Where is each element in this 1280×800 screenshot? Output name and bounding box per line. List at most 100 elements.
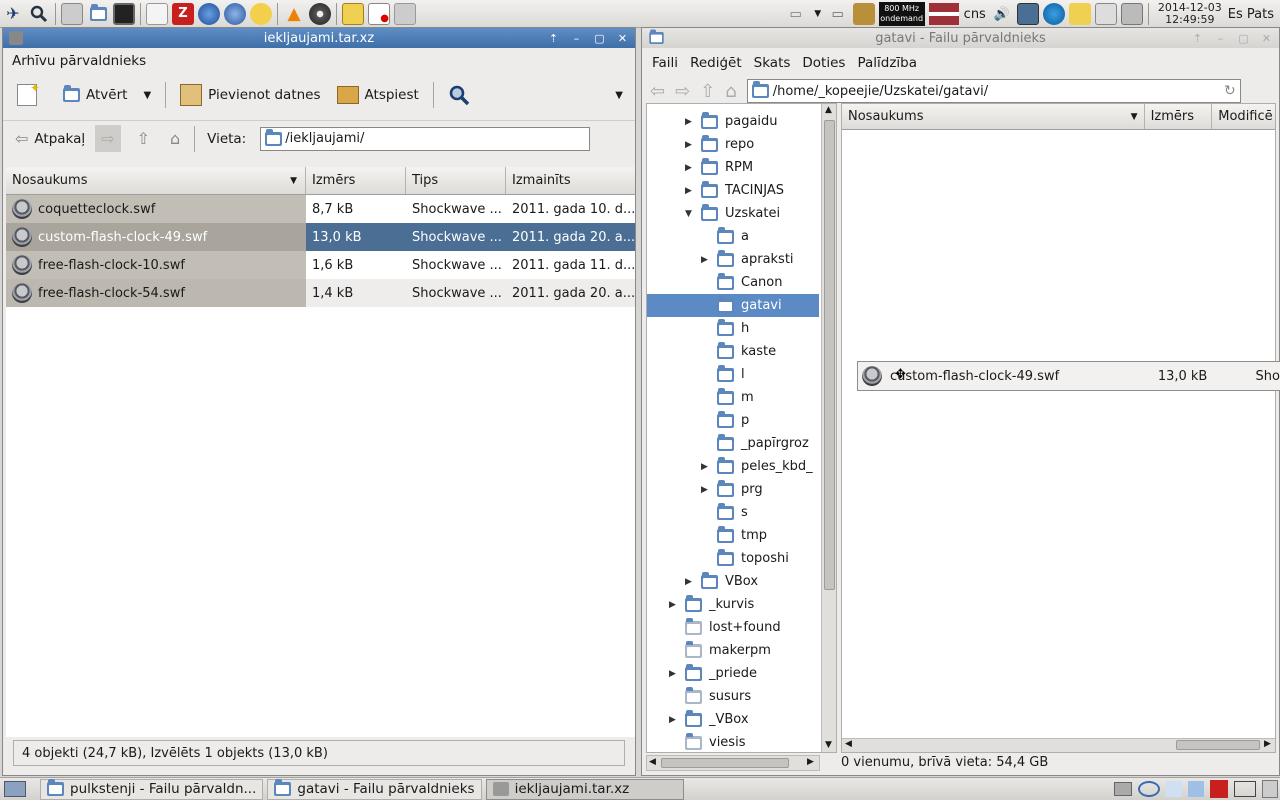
home-icon[interactable]: ⌂ xyxy=(725,81,736,102)
tree-scroll-thumb[interactable] xyxy=(824,120,835,590)
expander-right-icon[interactable]: ▶ xyxy=(701,255,708,265)
up-button[interactable]: ⇧ xyxy=(131,125,156,152)
tree-item[interactable]: ▶ RPM xyxy=(647,156,819,179)
show-desktop-icon[interactable] xyxy=(4,781,26,797)
tree-item[interactable]: _papīrgroz xyxy=(647,432,819,455)
browser-icon[interactable] xyxy=(198,2,220,25)
expander-right-icon[interactable]: ▶ xyxy=(685,577,692,587)
menu-help[interactable]: Palīdzība xyxy=(851,55,923,71)
tree-item[interactable]: susurs xyxy=(647,685,819,708)
folder-launcher-icon[interactable] xyxy=(87,3,109,25)
notes-icon[interactable] xyxy=(342,2,364,25)
expander-right-icon[interactable]: ▶ xyxy=(701,485,708,495)
find-button[interactable] xyxy=(442,80,476,110)
table-row[interactable]: coquetteclock.swf 8,7 kB Shockwave ... 2… xyxy=(6,195,635,223)
scroll-up-arrow-icon[interactable]: ▲ xyxy=(825,105,832,115)
expander-right-icon[interactable]: ▶ xyxy=(685,140,692,150)
forward-button[interactable]: ⇨ xyxy=(95,125,121,152)
expander-right-icon[interactable]: ▶ xyxy=(669,715,676,725)
mail-icon[interactable] xyxy=(224,2,246,25)
scroll-left-arrow-icon[interactable]: ◀ xyxy=(649,757,656,767)
home-button[interactable]: ⌂ xyxy=(164,125,186,152)
tree-item[interactable]: ▶ pagaidu xyxy=(647,110,819,133)
fm-hscroll-thumb[interactable] xyxy=(1176,740,1260,750)
close-icon[interactable]: ✕ xyxy=(1258,30,1275,46)
vlc-icon[interactable]: ▲ xyxy=(283,3,305,25)
devices-icon[interactable] xyxy=(1120,3,1143,25)
tree-item[interactable]: ▶ apraksti xyxy=(647,248,819,271)
fm-titlebar[interactable]: gatavi - Failu pārvaldnieks ⇡ – ▢ ✕ xyxy=(642,28,1279,48)
minimize-icon[interactable]: – xyxy=(568,30,585,46)
minimize-icon[interactable]: – xyxy=(1212,30,1229,46)
keyboard-layout-label[interactable]: cns xyxy=(964,7,986,22)
fm-column-modified[interactable]: Modificē xyxy=(1212,104,1275,129)
toolbar-overflow-chevron-icon[interactable]: ▼ xyxy=(615,90,623,101)
back-arrow-icon[interactable]: ⇦ xyxy=(650,81,665,102)
expander-right-icon[interactable]: ▶ xyxy=(701,462,708,472)
tree-item[interactable]: l xyxy=(647,363,819,386)
tree-item[interactable]: ▶ peles_kbd_ xyxy=(647,455,819,478)
filezilla-icon[interactable]: Z xyxy=(172,2,194,25)
shade-icon[interactable]: ⇡ xyxy=(1189,30,1206,46)
browser-tray-icon[interactable] xyxy=(1138,781,1160,797)
scroll-right-arrow-icon[interactable]: ▶ xyxy=(807,757,814,767)
expander-right-icon[interactable]: ▶ xyxy=(685,186,692,196)
tree-item[interactable]: s xyxy=(647,501,819,524)
column-modified[interactable]: Izmainīts xyxy=(506,167,635,194)
text-editor-icon[interactable] xyxy=(146,2,168,25)
trash-icon[interactable] xyxy=(1262,780,1278,798)
tree-item[interactable]: ▶ _VBox xyxy=(647,708,819,731)
keyboard-layout-flag-icon[interactable] xyxy=(928,3,959,25)
window-list-icon[interactable] xyxy=(394,2,416,25)
volume-icon[interactable]: 🔊 xyxy=(991,3,1013,25)
maximize-icon[interactable]: ▢ xyxy=(1235,30,1252,46)
table-row-selected[interactable]: custom-flash-clock-49.swf 13,0 kB Shockw… xyxy=(6,223,635,251)
tree-item[interactable]: tmp xyxy=(647,524,819,547)
table-row[interactable]: free-flash-clock-54.swf 1,4 kB Shockwave… xyxy=(6,279,635,307)
chevron-down-icon[interactable]: ▼ xyxy=(813,3,823,25)
menu-go[interactable]: Doties xyxy=(796,55,851,71)
expander-right-icon[interactable]: ▶ xyxy=(685,117,692,127)
add-files-button[interactable]: Pievienot datnes xyxy=(174,80,326,110)
tree-item[interactable]: makerpm xyxy=(647,639,819,662)
printer-tray-icon[interactable] xyxy=(1114,782,1132,796)
game-icon[interactable] xyxy=(250,2,272,25)
window-tray-icon[interactable] xyxy=(1234,781,1256,797)
task-button-gatavi[interactable]: gatavi - Failu pārvaldnieks xyxy=(267,778,482,800)
open-button[interactable]: Atvērt xyxy=(57,83,133,107)
expander-right-icon[interactable]: ▶ xyxy=(685,163,692,173)
column-type[interactable]: Tips xyxy=(406,167,506,194)
tree-item[interactable]: ▶ repo xyxy=(647,133,819,156)
cpu-frequency-monitor[interactable]: 800 MHz ondemand xyxy=(878,2,925,26)
tree-item[interactable]: a xyxy=(647,225,819,248)
envelope-icon[interactable] xyxy=(1068,3,1091,25)
tree-item[interactable]: ▶ _priede xyxy=(647,662,819,685)
tree-item[interactable]: gatavi xyxy=(647,294,819,317)
tree-item[interactable]: ▶ _kurvis xyxy=(647,593,819,616)
expander-right-icon[interactable]: ▶ xyxy=(669,669,676,679)
network-monitor-icon[interactable] xyxy=(1016,3,1039,25)
tree-item[interactable]: m xyxy=(647,386,819,409)
shade-icon[interactable]: ⇡ xyxy=(545,30,562,46)
scroll-down-arrow-icon[interactable]: ▼ xyxy=(825,740,832,750)
workspace-1-icon[interactable] xyxy=(1166,781,1182,797)
start-menu-icon[interactable]: ✈ xyxy=(2,3,24,25)
disc-icon[interactable] xyxy=(309,2,331,25)
up-arrow-icon[interactable]: ⇧ xyxy=(700,81,715,102)
location-field[interactable]: /iekljaujami/ xyxy=(260,126,591,151)
fm-hscrollbar[interactable]: ◀ ▶ xyxy=(842,738,1275,752)
extract-button[interactable]: Atspiest xyxy=(331,82,425,108)
tree-horizontal-scrollbar[interactable]: ◀ ▶ xyxy=(646,755,820,771)
table-row[interactable]: free-flash-clock-10.swf 1,6 kB Shockwave… xyxy=(6,251,635,279)
close-icon[interactable]: ✕ xyxy=(614,30,631,46)
fm-column-size[interactable]: Izmērs xyxy=(1145,104,1213,129)
tree-item[interactable]: ▼ Uzskatei xyxy=(647,202,819,225)
task-button-pulkstenji[interactable]: pulkstenji - Failu pārvaldn... xyxy=(40,778,264,800)
forward-arrow-icon[interactable]: ⇨ xyxy=(675,81,690,102)
clipboard-icon[interactable] xyxy=(1094,3,1117,25)
menu-edit[interactable]: Rediģēt xyxy=(684,55,748,71)
network-icon[interactable]: ▭ xyxy=(783,3,809,25)
printer-icon[interactable] xyxy=(61,2,83,25)
tree-item[interactable]: viesis xyxy=(647,731,819,752)
fm-path-field[interactable]: /home/_kopeejie/Uzskatei/gatavi/ ↻ xyxy=(746,79,1241,103)
